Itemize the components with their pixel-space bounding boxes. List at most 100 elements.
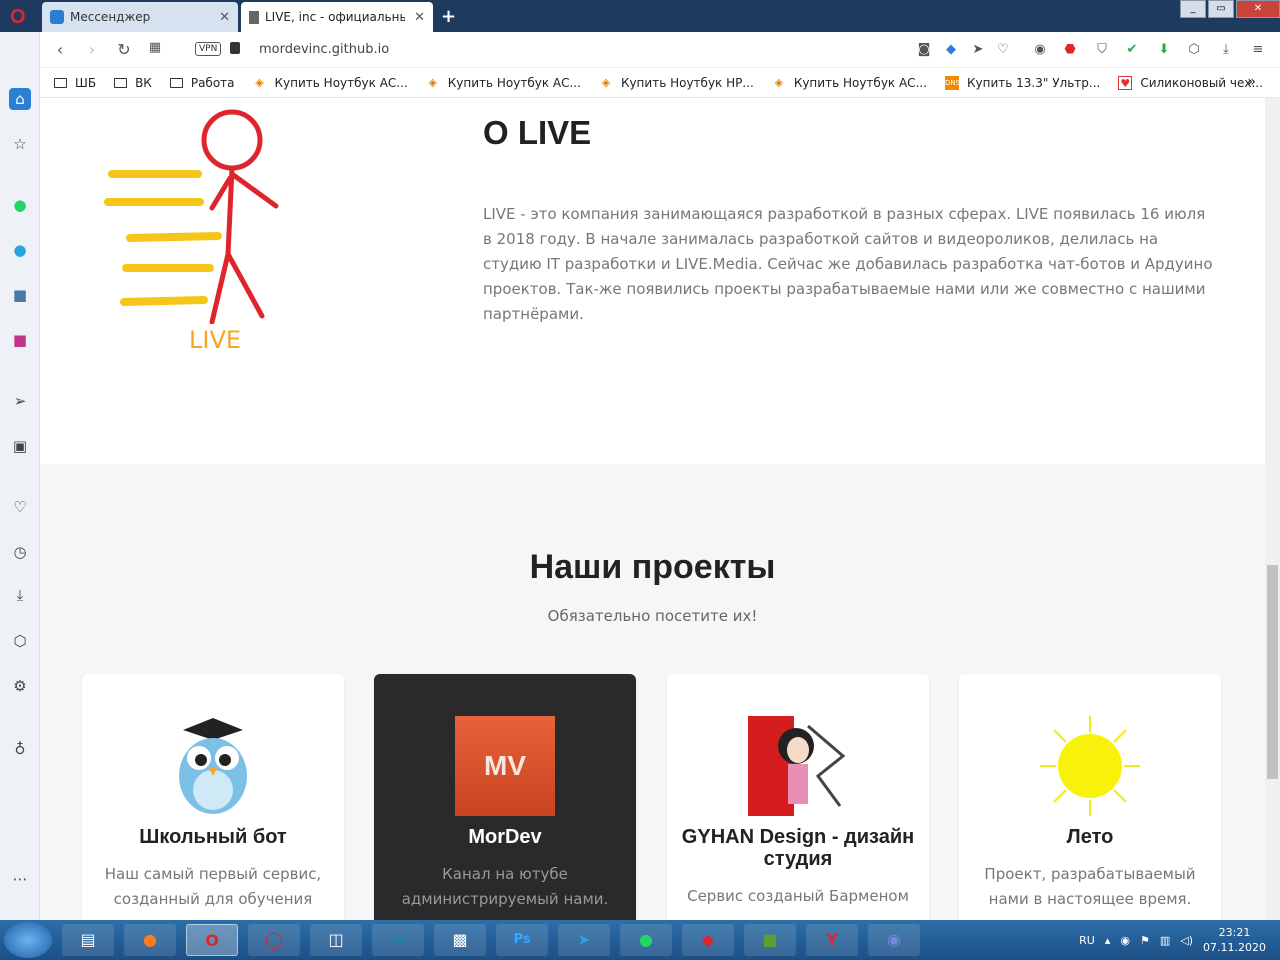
opera-icon[interactable]: O — [186, 924, 238, 956]
explorer-icon[interactable]: ▤ — [62, 924, 114, 956]
folder-icon — [114, 77, 128, 88]
reload-icon[interactable]: ↻ — [114, 40, 134, 59]
opera-menu-icon[interactable]: O — [10, 7, 30, 27]
close-icon[interactable]: ✕ — [414, 10, 425, 25]
telegram-icon[interactable]: ● — [9, 239, 31, 261]
flag-icon[interactable]: ⚑ — [1140, 934, 1150, 947]
star-icon[interactable]: ☆ — [9, 133, 31, 155]
owl-graduate-icon — [179, 718, 247, 814]
settings-icon[interactable]: ⚙ — [9, 675, 31, 697]
new-tab-button[interactable]: + — [441, 6, 456, 27]
close-window-button[interactable]: ✕ — [1236, 0, 1280, 18]
camera-icon[interactable]: ◙ — [916, 42, 932, 58]
minimize-button[interactable]: _ — [1180, 0, 1206, 18]
vk-icon[interactable]: ■ — [9, 284, 31, 306]
volume-icon[interactable]: ◁) — [1180, 934, 1193, 947]
whatsapp-icon[interactable]: ● — [620, 924, 672, 956]
privacy-shield-icon[interactable]: ⛉ — [1094, 42, 1110, 58]
tray-app-icon[interactable]: ◉ — [1120, 934, 1130, 947]
bookmark-folder[interactable]: ВК — [114, 76, 152, 90]
discord-icon[interactable]: ◉ — [868, 924, 920, 956]
tray-expand-icon[interactable]: ▴ — [1105, 934, 1111, 947]
opera-gx-icon[interactable]: ◯ — [248, 924, 300, 956]
yandex-icon[interactable]: Y — [806, 924, 858, 956]
project-card-gyhan[interactable]: GYHAN Design - дизайн студия Сервис созд… — [667, 674, 929, 920]
card-desc: Сервис созданый Барменом — [687, 887, 909, 905]
sun-icon — [1040, 716, 1140, 816]
live-stickman-logo — [104, 109, 279, 324]
forward-icon[interactable]: › — [82, 40, 102, 59]
photoshop-icon[interactable]: Ps — [496, 924, 548, 956]
logo-text: LIVE — [189, 326, 242, 354]
send-icon[interactable]: ➢ — [9, 390, 31, 412]
telegram-icon[interactable]: ➤ — [558, 924, 610, 956]
tab-live[interactable]: LIVE, inc - официальный с ✕ — [241, 2, 433, 32]
anime-art-icon — [748, 716, 848, 816]
minecraft-icon[interactable]: ■ — [744, 924, 796, 956]
download-extension-icon[interactable]: ⬇ — [1156, 42, 1172, 58]
close-icon[interactable]: ✕ — [219, 10, 230, 25]
bookmark-folder[interactable]: ШБ — [54, 76, 96, 90]
back-icon[interactable]: ‹ — [50, 40, 70, 59]
bookmark-item[interactable]: ◈ Купить Ноутбук АС... — [772, 76, 927, 90]
price-tag-icon: ◈ — [774, 75, 784, 89]
heart-icon[interactable]: ♡ — [9, 496, 31, 518]
wallet-icon[interactable]: ▣ — [9, 435, 31, 457]
adblock-icon[interactable]: ⬣ — [1062, 42, 1078, 58]
project-card-school-bot[interactable]: Школьный бот Наш самый первый сервис, со… — [82, 674, 344, 920]
heart-icon[interactable]: ♡ — [995, 42, 1011, 58]
bookmark-item[interactable]: ◈ Купить Ноутбук НР... — [599, 76, 754, 90]
bookmark-folder[interactable]: Работа — [169, 76, 235, 90]
projects-title: Наши проекты — [529, 548, 776, 586]
download-icon[interactable]: ⤓ — [9, 584, 31, 606]
cube-icon[interactable]: ⬡ — [9, 630, 31, 652]
folder-icon — [54, 77, 67, 88]
maximize-button[interactable]: ▭ — [1208, 0, 1234, 18]
check-extension-icon[interactable]: ✔ — [1124, 42, 1140, 58]
sidebar: ⌂ ☆ ● ● ■ ■ ➢ ▣ ♡ ◷ ⤓ ⬡ ⚙ ♁ ⋯ — [0, 32, 40, 920]
language-indicator[interactable]: RU — [1079, 934, 1095, 947]
more-icon[interactable]: ⋯ — [9, 868, 31, 890]
cube-icon[interactable]: ⬡ — [1186, 42, 1202, 58]
bookmark-item[interactable]: ◈ Купить Ноутбук АС... — [253, 76, 407, 90]
home-icon[interactable]: ⌂ — [9, 88, 31, 110]
scrollbar[interactable] — [1265, 98, 1280, 920]
lock-icon — [230, 42, 240, 54]
scrollbar-thumb[interactable] — [1267, 565, 1278, 779]
system-tray: RU ▴ ◉ ⚑ ▥ ◁) 23:21 07.11.2020 — [1079, 920, 1280, 960]
speed-dial-icon[interactable]: ▦ — [145, 40, 165, 55]
projects-subtitle: Обязательно посетите их! — [547, 607, 758, 625]
price-tag-icon: ◈ — [428, 75, 437, 89]
instagram-icon[interactable]: ■ — [9, 329, 31, 351]
easy-setup-icon[interactable]: ≡ — [1250, 42, 1266, 58]
url-field[interactable]: mordevinc.github.io — [259, 42, 389, 57]
about-title: О LIVE — [483, 114, 592, 151]
taskbar: ▤ ● O ◯ ◫ ∞ ▩ Ps ➤ ● ◆ ■ Y ◉ RU ▴ ◉ ⚑ ▥ … — [0, 920, 1280, 960]
start-button[interactable] — [4, 922, 52, 958]
card-desc: Наш самый первый сервис, созданный для о… — [104, 865, 322, 908]
clock[interactable]: 23:21 07.11.2020 — [1203, 925, 1266, 955]
page-icon — [249, 10, 259, 24]
bookmark-item[interactable]: ◈ Купить Ноутбук АС... — [426, 76, 581, 90]
bulb-icon[interactable]: ♁ — [9, 738, 31, 760]
bookmark-item[interactable]: DNS Купить 13.3" Ультр... — [945, 75, 1100, 90]
project-card-mordev[interactable]: MV MorDev Канал на ютубе администрируемы… — [374, 674, 636, 920]
bookmark-item[interactable]: ♥ Силиконовый чех... — [1118, 75, 1263, 90]
history-icon[interactable]: ◷ — [9, 541, 31, 563]
downloads-icon[interactable]: ⤓ — [1218, 42, 1234, 58]
mordev-logo-icon: MV — [455, 716, 555, 816]
app-icon[interactable]: ◫ — [310, 924, 362, 956]
tab-messenger[interactable]: Мессенджер ✕ — [42, 2, 238, 32]
arduino-icon[interactable]: ∞ — [372, 924, 424, 956]
vpn-badge[interactable]: VPN — [195, 42, 222, 56]
sketchup-icon[interactable]: ◆ — [682, 924, 734, 956]
send-icon[interactable]: ➤ — [970, 42, 986, 58]
network-icon[interactable]: ▥ — [1160, 934, 1170, 947]
video-app-icon[interactable]: ▩ — [434, 924, 486, 956]
bookmarks-more-button[interactable]: » — [1247, 74, 1256, 90]
project-card-summer[interactable]: Лето Проект, разрабатываемый нами в наст… — [959, 674, 1221, 920]
extension-circle-icon[interactable]: ◉ — [1032, 42, 1048, 58]
shield-icon[interactable]: ◆ — [943, 42, 959, 58]
firefox-icon[interactable]: ● — [124, 924, 176, 956]
whatsapp-icon[interactable]: ● — [9, 194, 31, 216]
